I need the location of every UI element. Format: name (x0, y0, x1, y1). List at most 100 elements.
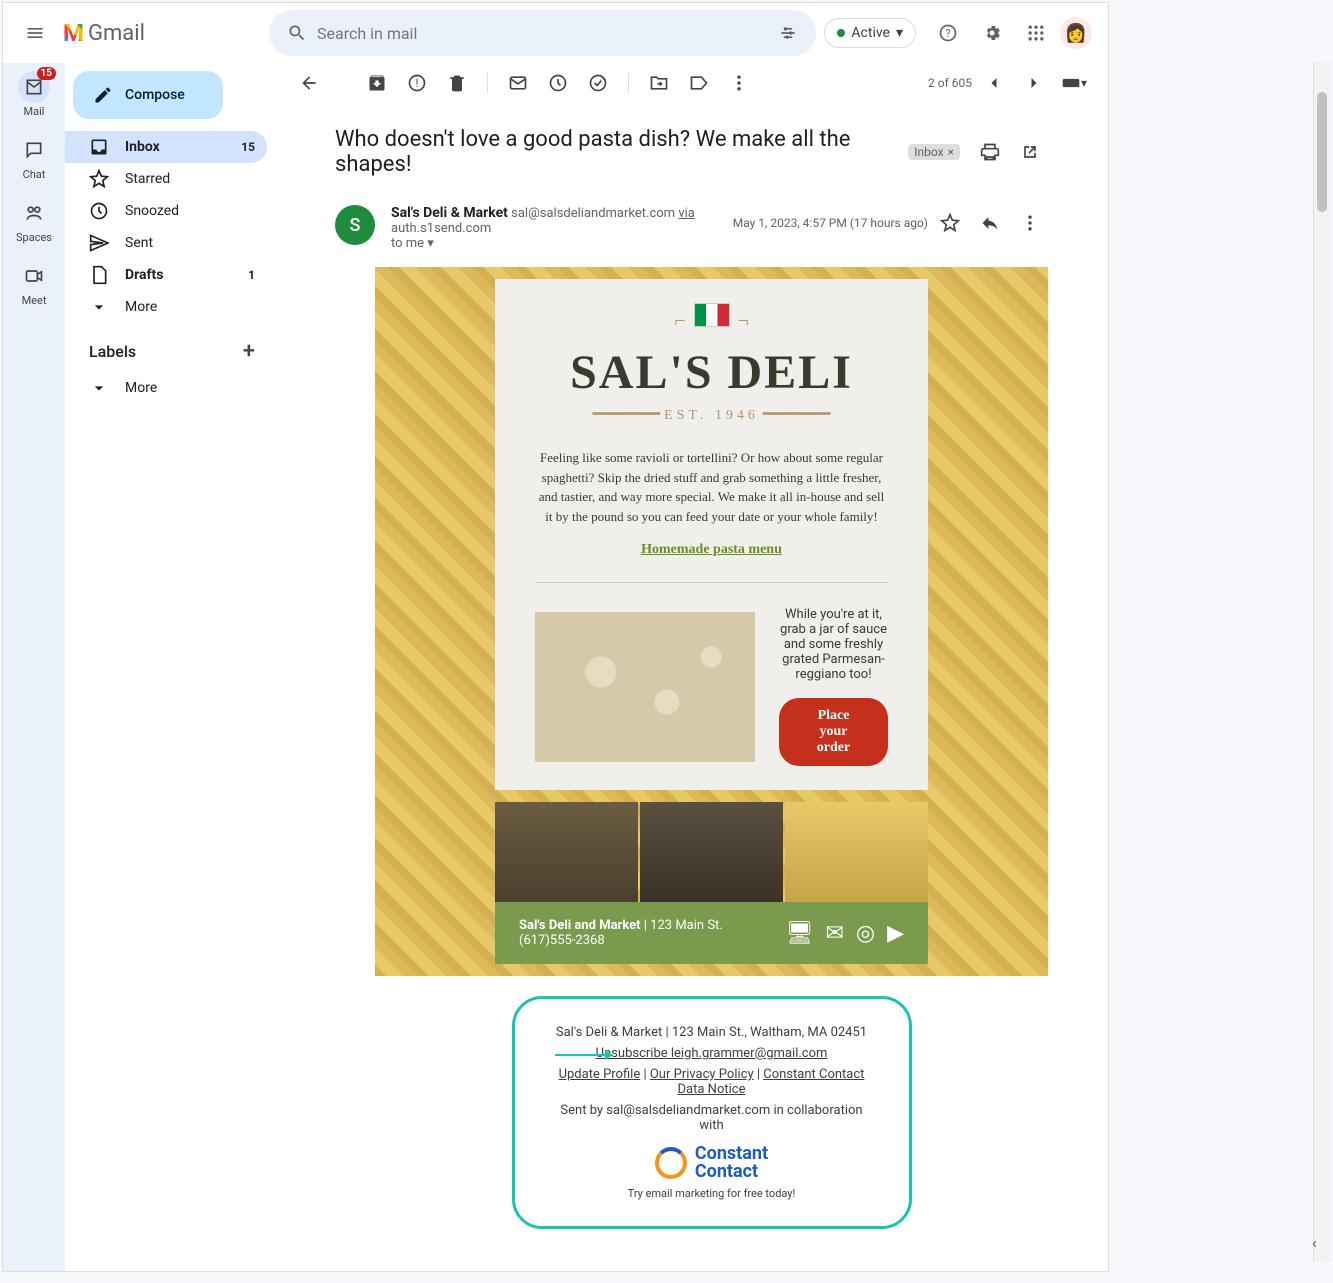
main-menu-button[interactable] (11, 9, 59, 57)
expand-panel-button[interactable]: ‹ (1312, 1233, 1317, 1252)
footer-address: | 123 Main St. (641, 918, 723, 933)
rail-spaces-label: Spaces (16, 231, 52, 244)
constant-contact-logo[interactable]: ConstantContact (555, 1145, 869, 1181)
nav-inbox[interactable]: Inbox 15 (65, 131, 267, 163)
footer-phone: (617)555-2368 (519, 933, 723, 948)
prev-button[interactable] (976, 65, 1012, 101)
compose-label: Compose (125, 87, 185, 103)
sender-email: sal@salsdeliandmarket.com (511, 206, 675, 221)
labels-header: Labels + (65, 323, 267, 372)
more-button[interactable] (721, 65, 757, 101)
nav-starred[interactable]: Starred (65, 163, 267, 195)
rail-meet-label: Meet (22, 294, 47, 307)
settings-icon[interactable] (972, 13, 1012, 53)
inbox-icon (89, 137, 109, 157)
nav-inbox-count: 15 (241, 140, 255, 154)
next-button[interactable] (1016, 65, 1052, 101)
search-options-icon[interactable] (768, 13, 808, 53)
mark-unread-button[interactable] (500, 65, 536, 101)
rail-chat[interactable]: Chat (6, 134, 62, 181)
message-header: S Sal's Deli & Market sal@salsdeliandmar… (335, 189, 1048, 259)
thumb-image (495, 802, 638, 902)
reply-button[interactable] (972, 205, 1008, 241)
message-pane: ! 2 of 605 ▾ Who doesn't love a good pas… (275, 59, 1108, 1271)
gmail-logo[interactable]: MGmail (63, 19, 145, 47)
move-to-button[interactable] (641, 65, 677, 101)
message-more-button[interactable] (1012, 205, 1048, 241)
recipient-dropdown[interactable]: ▾ (427, 236, 434, 251)
account-avatar[interactable]: 👩 (1060, 17, 1092, 49)
try-free-text: Try email marketing for free today! (555, 1187, 869, 1200)
inbox-chip[interactable]: Inbox× (908, 144, 960, 160)
nav-sent-label: Sent (125, 235, 153, 251)
label-button[interactable] (681, 65, 717, 101)
spam-button[interactable]: ! (399, 65, 435, 101)
recipient-label: to me (391, 236, 424, 251)
status-chip[interactable]: Active▾ (824, 18, 916, 48)
search-bar[interactable] (269, 10, 816, 56)
nav-drafts[interactable]: Drafts 1 (65, 259, 267, 291)
via-host: auth.s1send.com (391, 221, 491, 236)
sent-by-text: Sent by sal@salsdeliandmarket.com in col… (555, 1103, 869, 1133)
compose-button[interactable]: Compose (73, 71, 223, 119)
nav-more[interactable]: More (65, 291, 267, 323)
rail-chat-label: Chat (23, 168, 46, 181)
meet-icon (18, 260, 50, 292)
help-icon[interactable]: ? (928, 13, 968, 53)
labels-header-text: Labels (89, 342, 136, 361)
menu-link[interactable]: Homemade pasta menu (641, 542, 782, 557)
youtube-icon[interactable]: ▶ (887, 921, 904, 946)
rail-mail[interactable]: 15 Mail (6, 71, 62, 118)
email-body-text: Feeling like some ravioli or tortellini?… (535, 448, 888, 526)
nav-sent[interactable]: Sent (65, 227, 267, 259)
sender-name: Sal's Deli & Market (391, 205, 508, 221)
place-order-button[interactable]: Place your order (779, 698, 888, 766)
delete-button[interactable] (439, 65, 475, 101)
chip-remove-icon[interactable]: × (948, 145, 954, 159)
brand-logo: SAL'S DELI (535, 345, 888, 400)
print-button[interactable] (972, 134, 1008, 170)
email-body: ⌐ ¬ SAL'S DELI ━━━━━━━ EST. 1946 ━━━━━━━… (375, 267, 1048, 1229)
website-icon[interactable]: 🖥 (786, 921, 814, 946)
product-name: Gmail (88, 21, 145, 46)
subject-row: Who doesn't love a good pasta dish? We m… (335, 115, 1048, 189)
nav-drafts-count: 1 (248, 268, 255, 282)
apps-icon[interactable] (1016, 13, 1056, 53)
rail-meet[interactable]: Meet (6, 260, 62, 307)
star-icon (89, 169, 109, 189)
rail-spaces[interactable]: Spaces (6, 197, 62, 244)
add-task-button[interactable] (580, 65, 616, 101)
draft-icon (89, 265, 109, 285)
back-button[interactable] (291, 65, 327, 101)
arrow-icon (555, 1041, 613, 1065)
via-label: via (678, 206, 695, 221)
chevron-down-icon (89, 378, 109, 398)
scrollbar-thumb[interactable] (1317, 92, 1327, 212)
search-icon[interactable] (277, 13, 317, 53)
archive-button[interactable] (359, 65, 395, 101)
instagram-icon[interactable]: ◎ (856, 921, 875, 946)
message-toolbar: ! 2 of 605 ▾ (275, 59, 1108, 107)
privacy-link[interactable]: Our Privacy Policy (650, 1067, 754, 1082)
nav-snoozed[interactable]: Snoozed (65, 195, 267, 227)
nav-starred-label: Starred (125, 171, 170, 187)
unsubscribe-callout: Sal's Deli & Market | 123 Main St., Walt… (512, 996, 912, 1229)
nav-snoozed-label: Snoozed (125, 203, 179, 219)
email-icon[interactable]: ✉ (825, 921, 843, 946)
star-message-button[interactable] (932, 205, 968, 241)
add-label-button[interactable]: + (243, 339, 255, 364)
pagination-text: 2 of 605 (928, 76, 972, 90)
side-text: While you're at it, grab a jar of sauce … (779, 607, 888, 682)
side-panel: ‹ (1313, 62, 1331, 1262)
pencil-icon (93, 85, 113, 105)
popout-button[interactable] (1012, 134, 1048, 170)
unsubscribe-link[interactable]: Unsubscribe leigh.grammer@gmail.com (596, 1046, 828, 1061)
spaces-icon (18, 197, 50, 229)
search-input[interactable] (317, 24, 768, 43)
update-profile-link[interactable]: Update Profile (559, 1067, 641, 1082)
labels-more[interactable]: More (65, 372, 267, 404)
snooze-button[interactable] (540, 65, 576, 101)
input-tools-button[interactable]: ▾ (1056, 65, 1092, 101)
sender-avatar: S (335, 205, 375, 245)
chevron-down-icon (89, 297, 109, 317)
